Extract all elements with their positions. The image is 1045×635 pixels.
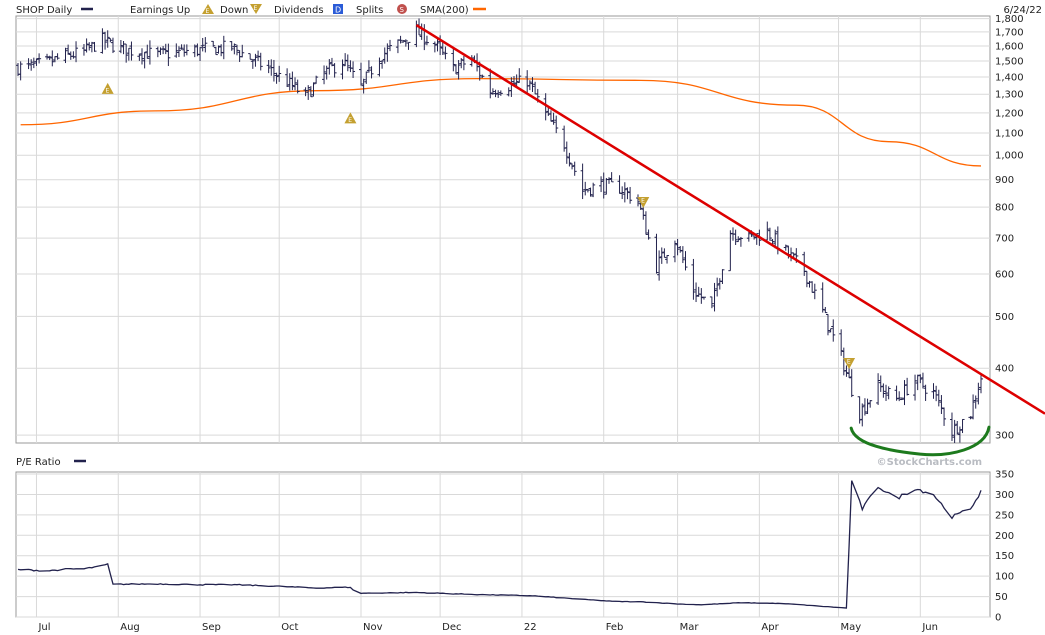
price-tick-label: 300 (995, 431, 1014, 442)
x-axis: Jul Aug Sep Oct Nov Dec 22 Feb Mar Apr May Jun (37, 622, 937, 633)
earnings-down-icon: E (250, 4, 262, 14)
earnings-up-label: Earnings Up (130, 5, 190, 16)
x-tick-label: Dec (442, 622, 461, 633)
watermark: ©StockCharts.com (877, 457, 982, 468)
x-tick-label: 22 (524, 622, 537, 633)
price-tick-label: 400 (995, 364, 1014, 375)
splits-label: Splits (356, 5, 383, 16)
svg-text:E: E (206, 8, 210, 15)
pe-tick-label: 250 (995, 510, 1014, 521)
x-tick-label: May (841, 622, 862, 633)
earnings-up-icon: E (202, 4, 214, 15)
legend-row: SHOP Daily Earnings Up E Down E Dividend… (16, 4, 1042, 16)
price-tick-label: 900 (995, 175, 1014, 186)
pe-tick-label: 0 (995, 613, 1001, 624)
x-tick-label: Mar (680, 622, 700, 633)
price-tick-label: 1,000 (995, 151, 1024, 162)
pe-panel-title: P/E Ratio (16, 457, 61, 468)
price-tick-label: 1,400 (995, 72, 1024, 83)
price-tick-label: 1,800 (995, 14, 1024, 25)
earnings-marker-letter: E (106, 87, 110, 94)
x-tick-label: Jul (37, 622, 50, 633)
svg-text:S: S (400, 6, 405, 14)
splits-icon: S (397, 4, 407, 14)
price-tick-label: 500 (995, 312, 1014, 323)
pe-y-axis: 0 50 100 150 200 250 300 350 (995, 470, 1014, 624)
price-tick-label: 700 (995, 234, 1014, 245)
dividends-label: Dividends (274, 5, 324, 16)
svg-text:E: E (254, 5, 258, 12)
x-tick-label: Jun (921, 622, 938, 633)
pe-tick-label: 150 (995, 551, 1014, 562)
svg-text:D: D (335, 6, 341, 15)
pe-tick-label: 100 (995, 572, 1014, 583)
x-tick-label: Sep (202, 622, 221, 633)
x-tick-label: Apr (761, 622, 779, 633)
earnings-marker-letter: E (641, 198, 645, 205)
chart-canvas: SHOP Daily Earnings Up E Down E Dividend… (15, 4, 1045, 633)
price-tick-label: 1,100 (995, 129, 1024, 140)
pe-tick-label: 300 (995, 490, 1014, 501)
pe-tick-label: 350 (995, 470, 1014, 481)
sma-label: SMA(200) (420, 5, 469, 16)
earnings-down-label: Down (220, 5, 248, 16)
price-tick-label: 1,700 (995, 27, 1024, 38)
earnings-marker-letter: E (348, 117, 352, 124)
dividends-icon: D (333, 4, 343, 15)
x-tick-label: Feb (606, 622, 624, 633)
symbol-label: SHOP Daily (16, 5, 72, 16)
price-tick-label: 800 (995, 203, 1014, 214)
earnings-marker-letter: E (847, 359, 851, 366)
pe-tick-label: 200 (995, 531, 1014, 542)
price-y-axis: 300 400 500 600 700 800 900 1,000 1,100 1,200 1,30… (995, 14, 1024, 442)
x-tick-label: Oct (281, 622, 298, 633)
price-tick-label: 1,500 (995, 56, 1024, 67)
price-tick-label: 600 (995, 269, 1014, 280)
x-tick-label: Nov (363, 622, 383, 633)
x-tick-label: Aug (120, 622, 140, 633)
stock-chart: SHOP Daily Earnings Up E Down E Dividend… (0, 0, 1045, 635)
price-tick-label: 1,300 (995, 90, 1024, 101)
price-tick-label: 1,200 (995, 108, 1024, 119)
pe-tick-label: 50 (995, 592, 1008, 603)
price-tick-label: 1,600 (995, 41, 1024, 52)
